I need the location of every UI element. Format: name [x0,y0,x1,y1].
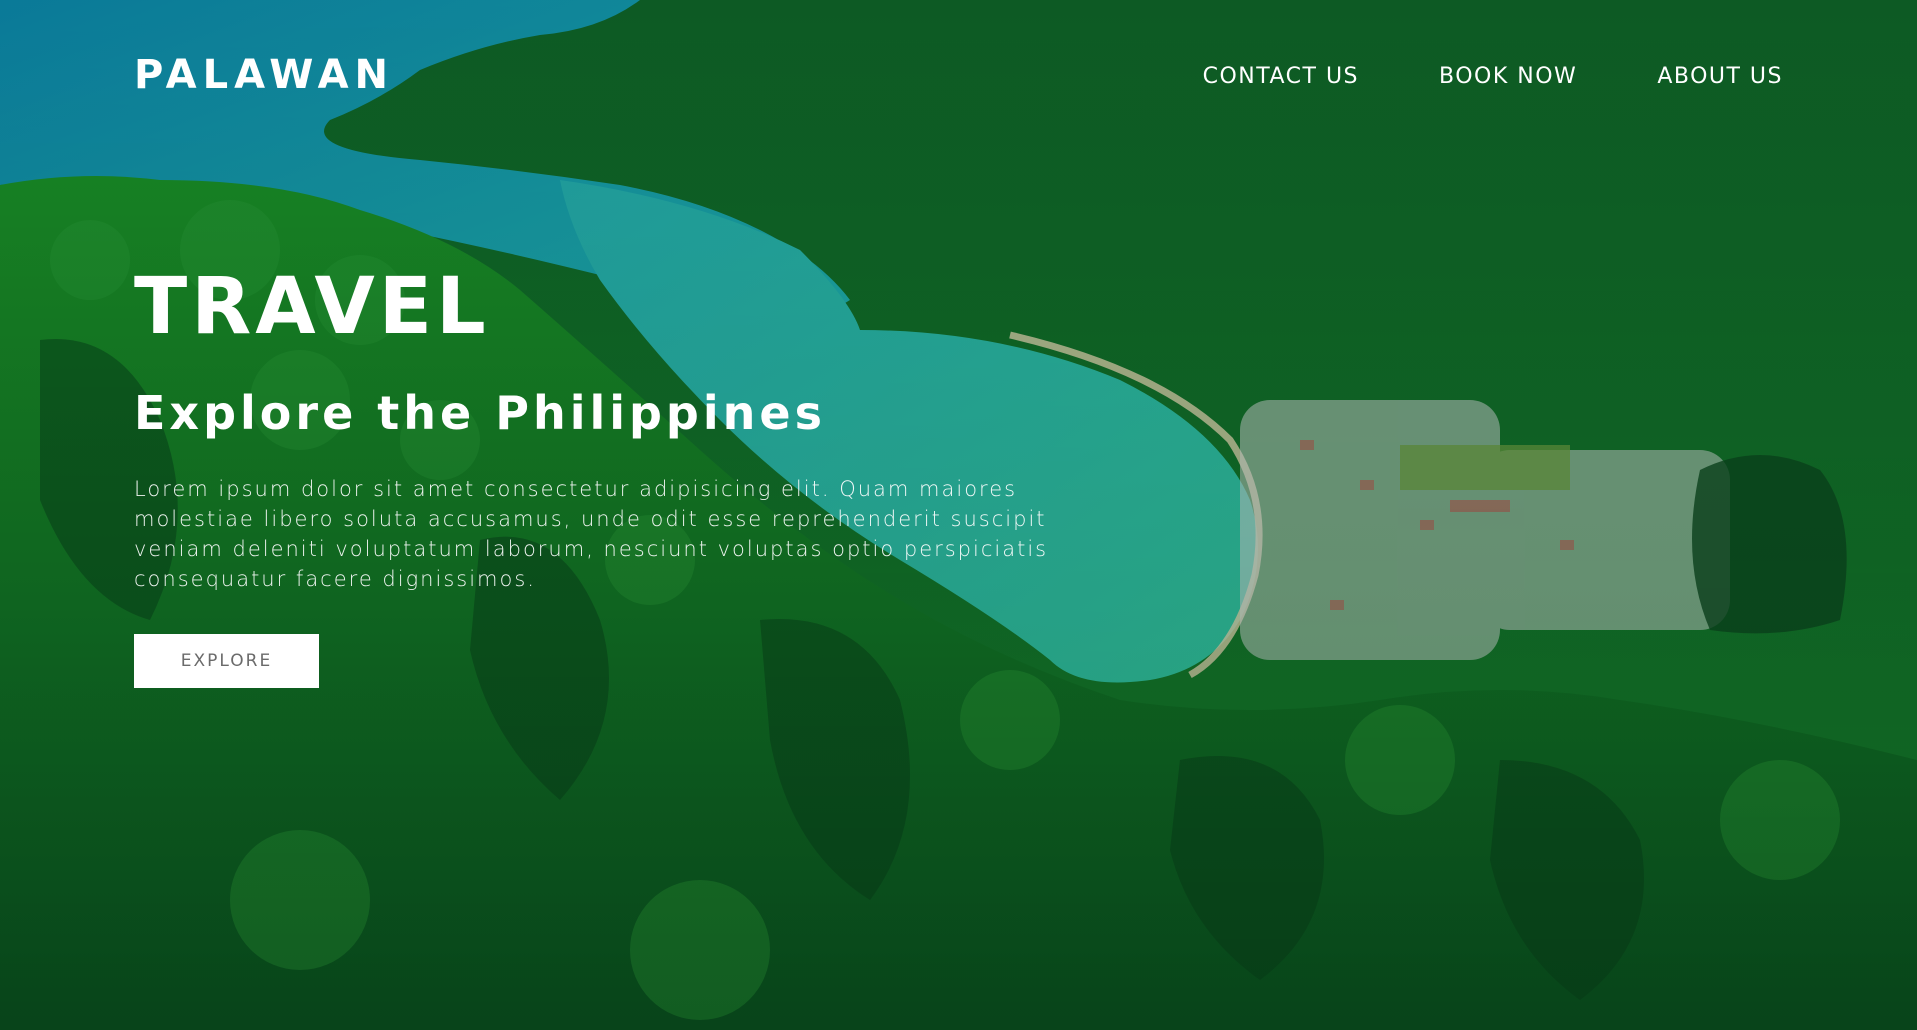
hero-title: TRAVEL [134,262,490,352]
hero-description: Lorem ipsum dolor sit amet consectetur a… [134,477,1049,591]
navbar: PALAWAN CONTACT US BOOK NOW ABOUT US [0,0,1917,160]
nav-about-us[interactable]: ABOUT US [1657,64,1783,89]
nav-book-now[interactable]: BOOK NOW [1439,64,1577,89]
explore-button[interactable]: EXPLORE [134,634,319,688]
hero-subtitle: Explore the Philippines [134,386,826,440]
nav-contact-us[interactable]: CONTACT US [1203,64,1359,89]
hero-content: TRAVEL Explore the Philippines Lorem ips… [134,268,1134,688]
brand-logo[interactable]: PALAWAN [134,52,394,98]
nav-links: CONTACT US BOOK NOW ABOUT US [1203,64,1783,89]
